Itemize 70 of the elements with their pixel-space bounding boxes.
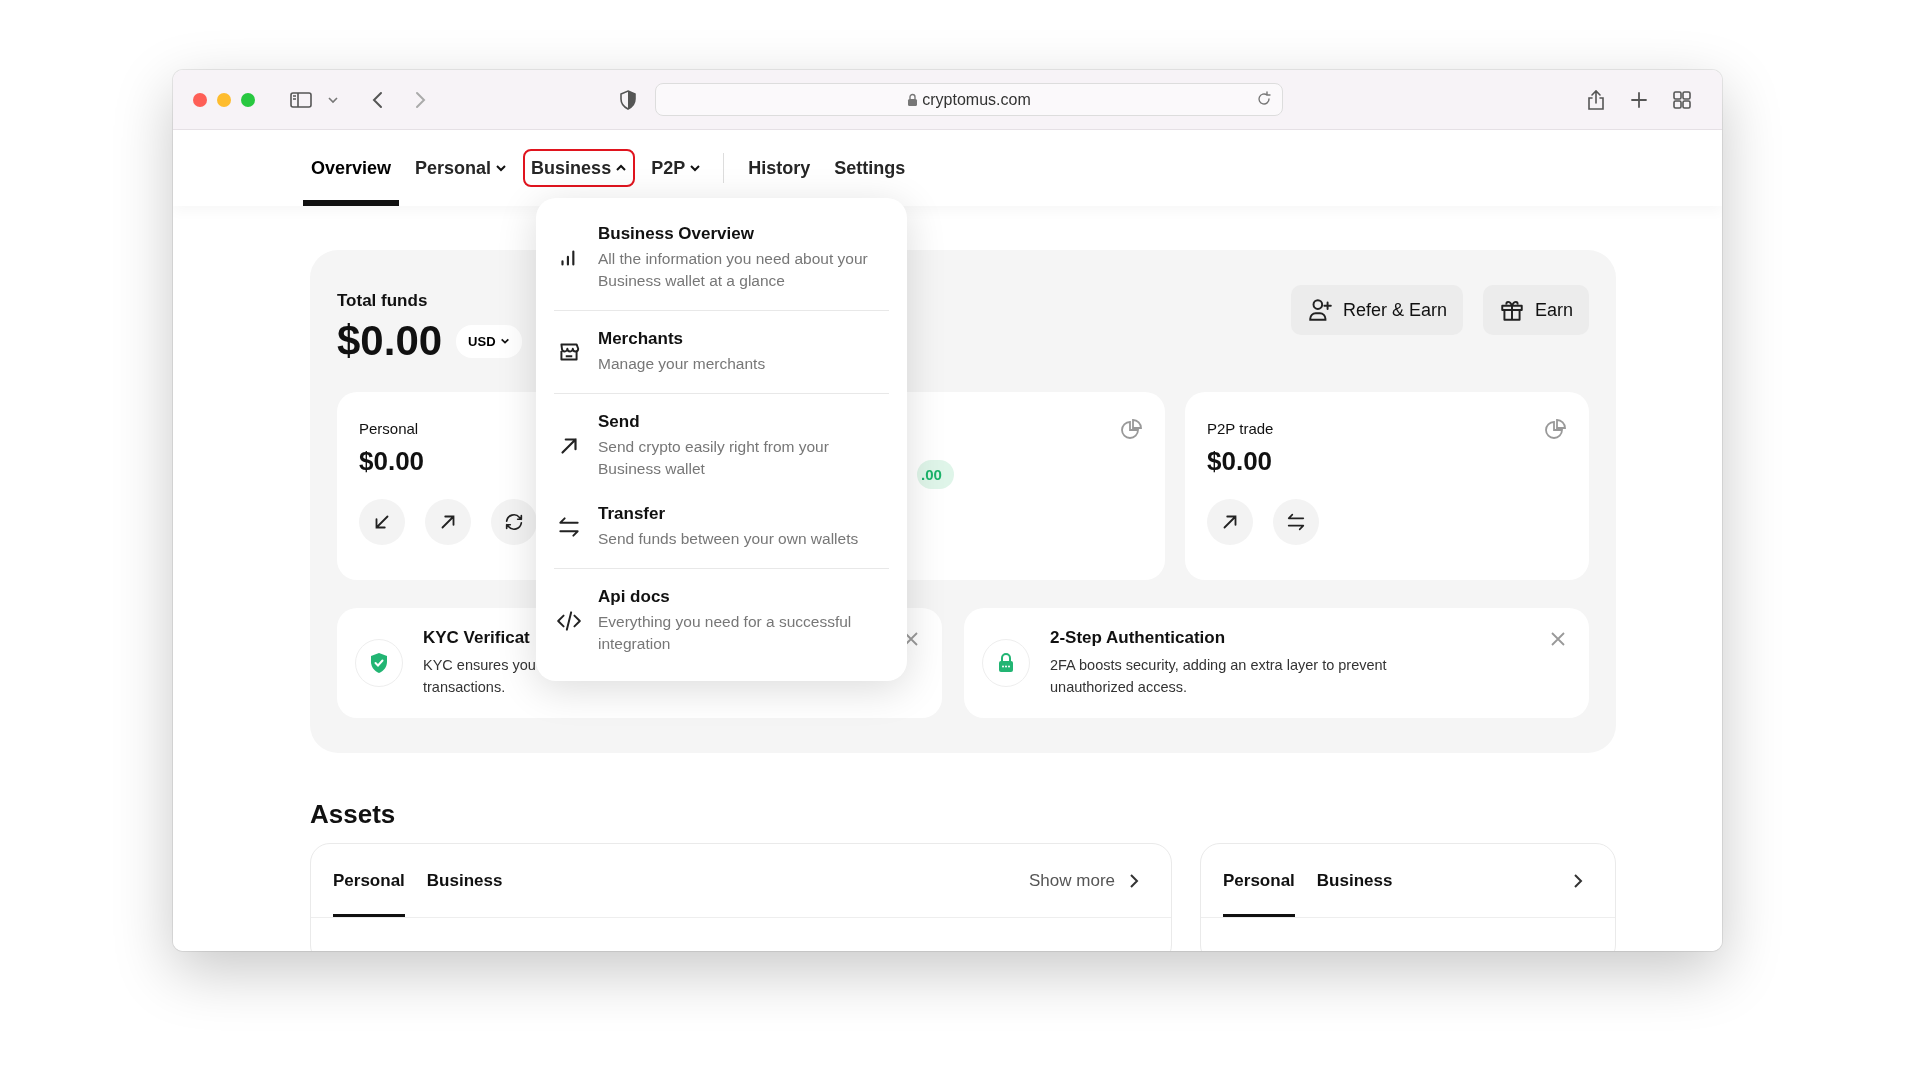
action-button[interactable]: Earn [1482,285,1589,335]
notice-text: unauthorized access. [1050,678,1189,697]
wallet-label: P2P trade [1207,420,1274,437]
refresh-icon [503,511,525,533]
wallet-action-button[interactable] [425,499,471,545]
address-bar[interactable]: cryptomus.com [655,83,1283,116]
user-plus-icon [1306,297,1333,323]
close-icon[interactable] [1549,630,1567,648]
asset-tab[interactable]: Business [426,844,503,917]
wallet-label: Personal [359,420,419,437]
wallet-action-button[interactable] [1273,499,1319,545]
menu-item[interactable]: Transfer Send funds between your own wallets [554,492,889,562]
show-more-link[interactable]: Show more [1029,844,1115,917]
close-window-icon[interactable] [193,92,207,107]
menu-item-title: Business Overview [598,224,755,244]
notice-title: KYC Verificat [423,628,531,648]
reload-icon[interactable] [1256,91,1272,107]
assets-heading: Assets [310,799,397,831]
menu-item-description: Manage your merchants [598,354,767,374]
menu-item-description: All the information you need about your Business wallet at a glance [598,249,869,291]
lock-icon [907,93,919,106]
chevron-right-icon[interactable] [1127,872,1141,889]
asset-tab[interactable]: Personal [1223,844,1295,917]
sidebar-icon[interactable] [289,89,313,110]
menu-item[interactable]: Business Overview All the information you need about your Business wallet at a glance [554,212,889,304]
total-funds-label: Total funds [337,291,429,311]
tab-overview-icon[interactable] [1672,89,1692,110]
menu-item[interactable]: Merchants Manage your merchants [554,310,889,387]
currency-selector[interactable]: USD [456,324,522,358]
nav-tab[interactable]: Settings [826,130,914,206]
transfer-arrows-icon [1285,511,1307,533]
notice-text: KYC ensures you [423,656,536,675]
menu-item-description: Send crypto easily right from your Business wallet [598,437,830,479]
nav-tab[interactable]: Business [523,130,636,206]
new-tab-icon[interactable] [1630,90,1648,109]
total-funds-amount: $0.00 [337,317,443,365]
menu-item-title: Merchants [598,329,685,349]
menu-item[interactable]: Send Send crypto easily right from your Business wallet [554,393,889,492]
wallet-amount: $0.00 [359,446,425,476]
notice-title: 2-Step Authentication [1050,628,1227,648]
chevron-right-icon[interactable] [1571,872,1585,889]
chevron-down-icon [689,162,702,174]
chevron-down-icon [499,336,510,346]
nav-tab[interactable]: P2P [643,130,710,206]
url-text: cryptomus.com [922,90,1031,109]
nav-tab[interactable]: History [740,130,819,206]
menu-item-title: Send [598,412,641,432]
transfer-arrows-icon [556,514,582,540]
menu-item-title: Api docs [598,587,671,607]
menu-item[interactable]: Api docs Everything you need for a successful integration [554,568,889,667]
menu-item-description: Everything you need for a successful integration [598,612,853,654]
pie-chart-icon[interactable] [1119,418,1143,442]
chevron-down-icon [495,162,508,174]
code-icon [556,608,582,634]
wallet-action-button[interactable] [491,499,537,545]
privacy-shield-icon[interactable] [619,89,637,110]
menu-item-description: Send funds between your own wallets [598,529,860,549]
share-icon[interactable] [1586,88,1606,111]
notice-text: transactions. [423,678,507,697]
action-button[interactable]: Refer & Earn [1290,285,1463,335]
change-badge: .00 [917,460,954,489]
asset-tab[interactable]: Personal [333,844,405,917]
pie-chart-icon[interactable] [1543,418,1567,442]
wallet-amount: $0.00 [1207,446,1273,476]
wallet-action-button[interactable] [1207,499,1253,545]
nav-tab[interactable]: Personal [407,130,516,206]
asset-tab[interactable]: Business [1316,844,1393,917]
wallet-action-button[interactable] [359,499,405,545]
menu-item-title: Transfer [598,504,667,524]
notice-text: 2FA boosts security, adding an extra layer to prevent [1050,656,1387,675]
